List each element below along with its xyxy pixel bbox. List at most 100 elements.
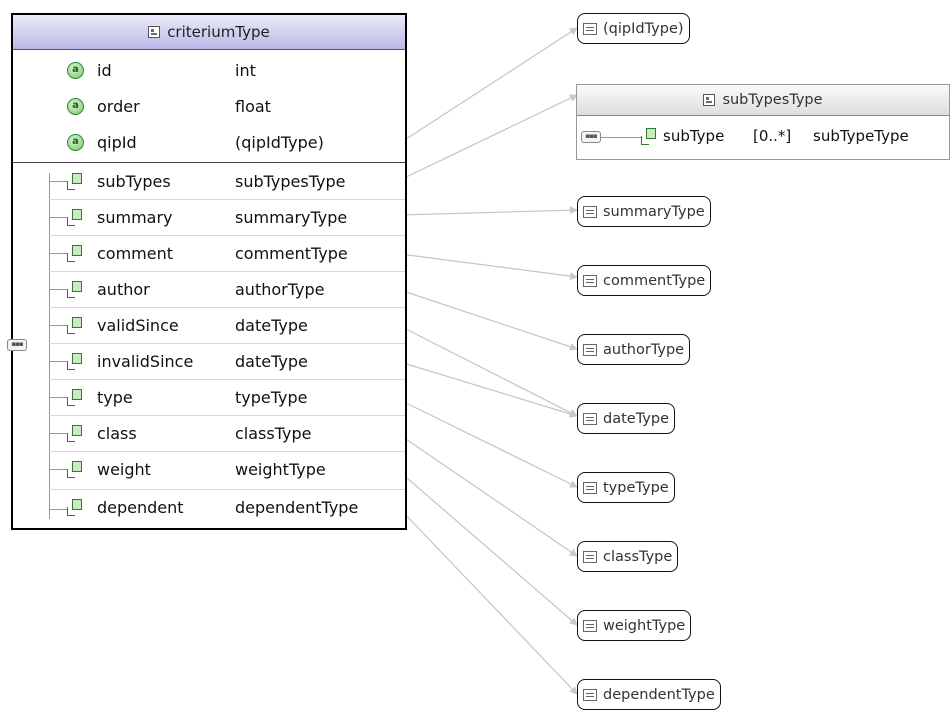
- element-name: class: [97, 424, 137, 443]
- simple-type-label: classType: [603, 548, 673, 565]
- element-icon: [67, 499, 83, 516]
- attribute-type: (qipIdType): [235, 133, 324, 152]
- connector-comment: [399, 253, 578, 281]
- element-icon: [67, 461, 83, 478]
- element-name: comment: [97, 244, 174, 263]
- attribute-icon: a: [67, 98, 84, 115]
- connector-summary: [399, 206, 578, 216]
- complex-type-icon: [148, 26, 161, 38]
- simple-type-qipidtype[interactable]: (qipIdType): [577, 13, 690, 44]
- simple-type-icon: [583, 343, 597, 356]
- element-row-weight[interactable]: weight weightType: [13, 452, 405, 488]
- sub-type-element-row[interactable]: ▪▪▪ subType [0..*] subTypeType: [577, 116, 949, 160]
- simple-type-icon: [583, 22, 597, 35]
- attribute-type: int: [235, 61, 256, 80]
- element-icon: [67, 245, 83, 262]
- criterium-type-title: criteriumType: [167, 23, 270, 41]
- tree-branch: [601, 137, 641, 138]
- connector-type: [399, 399, 578, 488]
- simple-type-dependenttype[interactable]: dependentType: [577, 679, 721, 710]
- attribute-row-order[interactable]: a order float: [13, 89, 405, 125]
- simple-type-classtype[interactable]: classType: [577, 541, 679, 572]
- sub-types-type-box[interactable]: subTypesType ▪▪▪ subType [0..*] subTypeT…: [576, 84, 950, 160]
- element-type: authorType: [235, 280, 325, 299]
- sub-type-type: subTypeType: [813, 127, 909, 145]
- element-icon: [67, 389, 83, 406]
- simple-type-label: (qipIdType): [603, 20, 684, 37]
- element-row-comment[interactable]: comment commentType: [13, 236, 405, 272]
- simple-type-label: authorType: [603, 341, 685, 358]
- complex-type-icon: [703, 94, 716, 106]
- attribute-type: float: [235, 97, 271, 116]
- attribute-row-qipid[interactable]: a qipId (qipIdType): [13, 125, 405, 161]
- attribute-icon: a: [67, 134, 84, 151]
- element-name: author: [97, 280, 150, 299]
- element-type: classType: [235, 424, 312, 443]
- criterium-type-box[interactable]: criteriumType a id int a order float a q…: [7, 13, 407, 530]
- attribute-icon: a: [67, 62, 84, 79]
- element-type: weightType: [235, 460, 326, 479]
- element-row-validsince[interactable]: validSince dateType: [13, 308, 405, 344]
- simple-type-summarytype[interactable]: summaryType: [577, 196, 711, 227]
- element-row-summary[interactable]: summary summaryType: [13, 200, 405, 236]
- sub-type-name: subType: [663, 127, 725, 145]
- simple-type-label: dependentType: [603, 686, 715, 703]
- element-icon: [67, 317, 83, 334]
- connector-validsince: [399, 325, 578, 417]
- sequence-icon[interactable]: ▪▪▪: [581, 131, 601, 143]
- element-icon: [67, 353, 83, 370]
- element-name: invalidSince: [97, 352, 194, 371]
- simple-type-icon: [583, 412, 597, 425]
- element-row-author[interactable]: author authorType: [13, 272, 405, 308]
- simple-type-icon: [583, 481, 597, 494]
- simple-type-icon: [583, 205, 597, 218]
- simple-type-label: summaryType: [603, 203, 705, 220]
- element-icon: [67, 173, 83, 190]
- simple-type-typetype[interactable]: typeType: [577, 472, 675, 503]
- simple-type-icon: [583, 619, 597, 632]
- element-type: dateType: [235, 352, 308, 371]
- element-name: summary: [97, 208, 173, 227]
- element-name: type: [97, 388, 133, 407]
- element-row-subtypes[interactable]: subTypes subTypesType: [13, 164, 405, 200]
- element-name: weight: [97, 460, 151, 479]
- sequence-section: ▪▪▪ subTypes subTypesType summary summar…: [7, 163, 405, 528]
- attribute-name: qipId: [97, 133, 137, 152]
- element-name: subTypes: [97, 172, 171, 191]
- sub-type-multiplicity: [0..*]: [753, 127, 792, 145]
- element-row-type[interactable]: type typeType: [13, 380, 405, 416]
- simple-type-authortype[interactable]: authorType: [577, 334, 691, 365]
- attribute-name: order: [97, 97, 140, 116]
- simple-type-weighttype[interactable]: weightType: [577, 610, 692, 641]
- connector-invalidsince: [399, 361, 578, 418]
- simple-type-icon: [583, 274, 597, 287]
- simple-type-datetype[interactable]: dateType: [577, 403, 676, 434]
- attribute-row-id[interactable]: a id int: [13, 53, 405, 89]
- element-icon: [67, 281, 83, 298]
- element-row-class[interactable]: class classType: [13, 416, 405, 452]
- sub-types-type-title: subTypesType: [722, 92, 823, 108]
- simple-type-icon: [583, 688, 597, 701]
- element-type: dateType: [235, 316, 308, 335]
- sub-types-type-header[interactable]: subTypesType: [577, 85, 949, 116]
- element-name: dependent: [97, 498, 184, 517]
- element-row-invalidsince[interactable]: invalidSince dateType: [13, 344, 405, 380]
- attributes-section: a id int a order float a qipId (qipIdTyp…: [13, 50, 405, 163]
- element-name: validSince: [97, 316, 179, 335]
- element-type: subTypesType: [235, 172, 346, 191]
- simple-type-label: typeType: [603, 479, 669, 496]
- element-type: dependentType: [235, 498, 359, 517]
- attribute-name: id: [97, 61, 112, 80]
- simple-type-commenttype[interactable]: commentType: [577, 265, 712, 296]
- criterium-type-header[interactable]: criteriumType: [13, 15, 405, 50]
- element-icon: [67, 209, 83, 226]
- simple-type-label: dateType: [603, 410, 670, 427]
- element-row-dependent[interactable]: dependent dependentType: [13, 490, 405, 526]
- connector-qipid: [399, 27, 578, 144]
- element-icon: [641, 128, 657, 145]
- element-type: summaryType: [235, 208, 348, 227]
- simple-type-icon: [583, 550, 597, 563]
- element-type: commentType: [235, 244, 348, 263]
- simple-type-label: weightType: [603, 617, 686, 634]
- simple-type-label: commentType: [603, 272, 706, 289]
